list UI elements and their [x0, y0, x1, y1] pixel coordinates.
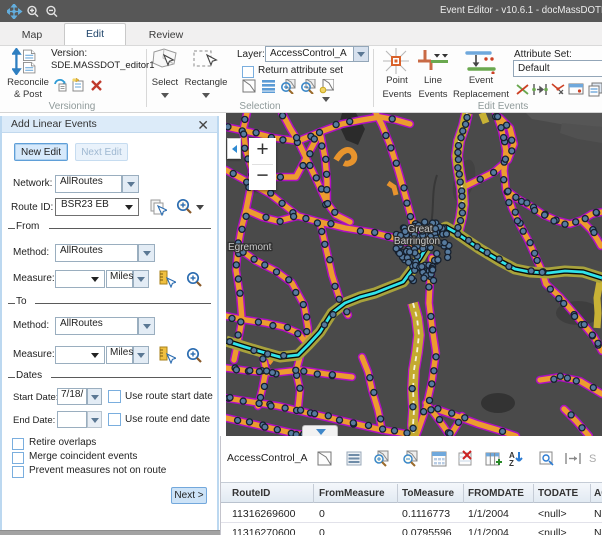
- svg-text:Barrington: Barrington: [394, 236, 440, 247]
- svg-text:Z: Z: [509, 459, 514, 468]
- svg-text:Great: Great: [407, 224, 432, 235]
- svg-text:S: S: [589, 453, 596, 465]
- svg-text:Egremont: Egremont: [228, 242, 272, 253]
